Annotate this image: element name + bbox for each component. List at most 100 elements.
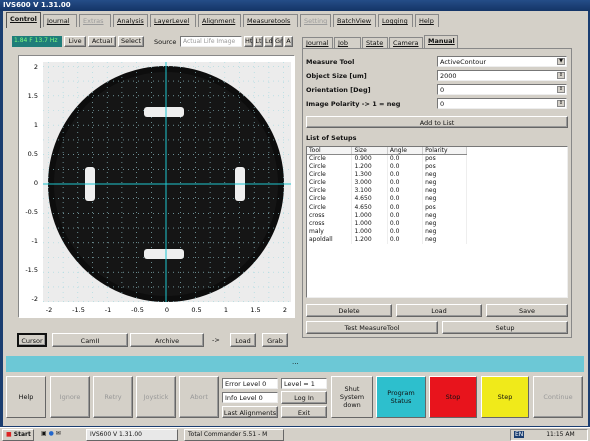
table-cell: 1.000	[351, 211, 388, 220]
column-header-angle[interactable]: Angle	[387, 147, 424, 155]
table-row[interactable]: cross 1.000 0.0 neg	[307, 211, 467, 220]
load-image-button[interactable]: Load	[230, 333, 256, 347]
x-tick-label: 1	[224, 306, 228, 314]
column-header-tool[interactable]: Tool	[307, 147, 353, 155]
tab-analysis[interactable]: Analysis	[113, 14, 148, 27]
source-select[interactable]: Actual Life Image	[180, 36, 242, 47]
source-label: Source	[154, 38, 177, 46]
table-row[interactable]: Circle 4.650 0.0 neg	[307, 195, 467, 204]
error-level-field[interactable]: Error Level 0	[222, 378, 278, 389]
abort-button[interactable]: Abort	[179, 376, 219, 418]
tab-batchview[interactable]: BatchView	[333, 14, 376, 27]
table-cell: 3.000	[351, 179, 388, 188]
table-cell: neg	[422, 227, 467, 236]
tab-alignment[interactable]: Alignment	[198, 14, 241, 27]
archive-button[interactable]: Archive	[130, 333, 204, 347]
zoom-button-a[interactable]: A	[284, 36, 293, 47]
subtab-state[interactable]: State	[362, 37, 388, 48]
taskbar-item-ivs600[interactable]: IVS600 V 1.31.00	[86, 429, 178, 441]
step-button[interactable]: Step	[481, 376, 529, 418]
spinner-icon[interactable]: ⇕	[557, 72, 565, 79]
subtab-journal[interactable]: Journal	[302, 37, 333, 48]
polarity-input[interactable]: 0 ⇕	[437, 98, 567, 109]
mail-icon[interactable]: ✉	[56, 430, 61, 437]
info-level-field[interactable]: Info Level 0	[222, 392, 278, 403]
table-row[interactable]: Circle 3.100 0.0 neg	[307, 187, 467, 196]
tab-journal[interactable]: Journal	[43, 14, 77, 27]
test-measuretool-button[interactable]: Test MeasureTool	[306, 321, 438, 334]
grab-button[interactable]: Grab	[262, 333, 288, 347]
table-cell: neg	[422, 235, 467, 245]
setup-button[interactable]: Setup	[442, 321, 568, 334]
table-cell: 0.0	[387, 219, 424, 228]
status-bar: ...	[6, 356, 584, 372]
table-row[interactable]: Circle 4.650 0.0 pos	[307, 203, 467, 212]
login-button[interactable]: Log In	[281, 391, 327, 404]
load-button[interactable]: Load	[396, 304, 482, 317]
table-row[interactable]: Circle 3.000 0.0 neg	[307, 179, 467, 188]
table-row[interactable]: cross 1.000 0.0 neg	[307, 219, 467, 228]
continue-button[interactable]: Continue	[533, 376, 583, 418]
y-tick-label: 1	[34, 121, 38, 129]
spinner-icon[interactable]: ⇕	[557, 100, 565, 107]
stop-button[interactable]: Stop	[429, 376, 477, 418]
tab-measuretools[interactable]: Measuretools	[243, 14, 298, 27]
table-row[interactable]: maly 1.000 0.0 neg	[307, 227, 467, 236]
x-tick-label: -1	[105, 306, 111, 314]
table-row[interactable]: Circle 1.200 0.0 pos	[307, 163, 467, 172]
tab-help[interactable]: Help	[415, 14, 439, 27]
shut-system-down-button[interactable]: Shut System down	[331, 376, 373, 418]
joystick-button[interactable]: Joystick	[136, 376, 176, 418]
add-to-list-button[interactable]: Add to List	[306, 116, 568, 128]
retry-button[interactable]: Retry	[93, 376, 133, 418]
measure-tool-value: ActiveContour	[440, 58, 487, 66]
image-plot[interactable]: -2 -1.5 -1 -0.5 0 0.5 1 1.5 2 2 1.5 1 0.5 0 -0.5 -1 -1.…	[18, 55, 295, 318]
table-row[interactable]: Circle 1.300 0.0 neg	[307, 171, 467, 180]
desktop-icon[interactable]: ▣	[41, 430, 47, 437]
subtab-manual[interactable]: Manual	[424, 35, 458, 49]
table-row[interactable]: apoldall 1.200 0.0 neg	[307, 235, 467, 245]
cursor-button[interactable]: Cursor	[17, 333, 47, 347]
live-button[interactable]: Live	[64, 36, 86, 47]
delete-button[interactable]: Delete	[306, 304, 392, 317]
ignore-button[interactable]: Ignore	[50, 376, 90, 418]
zoom-button-lt[interactable]: Lt	[254, 36, 263, 47]
subtab-camera[interactable]: Camera	[389, 37, 423, 48]
spinner-icon[interactable]: ⇕	[557, 86, 565, 93]
tab-layerlevel[interactable]: LayerLevel	[150, 14, 196, 27]
setups-list[interactable]: Tool Size Angle Polarity Circle 0.900 0.0 pos C…	[306, 146, 568, 298]
exit-button[interactable]: Exit	[281, 406, 327, 418]
column-header-polarity[interactable]: Polarity	[422, 147, 467, 155]
tab-extras[interactable]: Extras	[79, 14, 111, 27]
start-button[interactable]: ■ Start	[2, 429, 34, 441]
tab-control[interactable]: Control	[6, 12, 41, 28]
subtab-job[interactable]: Job	[334, 37, 361, 48]
select-button[interactable]: Select	[118, 36, 144, 47]
archive-arrow: ->	[212, 336, 220, 344]
table-cell: Circle	[307, 195, 353, 204]
object-size-input[interactable]: 2000 ⇕	[437, 70, 567, 81]
ie-icon[interactable]: ●	[49, 430, 54, 437]
start-label: Start	[13, 431, 31, 438]
tab-setting[interactable]: Setting	[300, 14, 331, 27]
table-cell: neg	[422, 211, 467, 220]
table-cell: neg	[422, 219, 467, 228]
save-button[interactable]: Save	[486, 304, 568, 317]
zoom-button-ht[interactable]: Ht	[244, 36, 253, 47]
column-header-size[interactable]: Size	[351, 147, 388, 155]
actual-button[interactable]: Actual	[88, 36, 116, 47]
camii-button[interactable]: CamII	[52, 333, 128, 347]
zoom-button-gr[interactable]: Gr	[274, 36, 283, 47]
language-indicator[interactable]: EN	[514, 431, 525, 438]
zoom-button-ld[interactable]: Ld	[264, 36, 273, 47]
chevron-down-icon[interactable]: ▼	[557, 58, 565, 65]
mark-top	[144, 107, 184, 117]
last-alignments-button[interactable]: Last Alignments	[222, 406, 278, 418]
taskbar-item-total-commander[interactable]: Total Commander 5.51 - M	[184, 429, 284, 441]
measure-tool-select[interactable]: ActiveContour ▼	[437, 56, 567, 67]
table-row[interactable]: Circle 0.900 0.0 pos	[307, 154, 467, 164]
help-button[interactable]: Help	[6, 376, 46, 418]
tab-logging[interactable]: Logging	[378, 14, 413, 27]
orientation-input[interactable]: 0 ⇕	[437, 84, 567, 95]
program-status-button[interactable]: Program Status	[376, 376, 426, 418]
